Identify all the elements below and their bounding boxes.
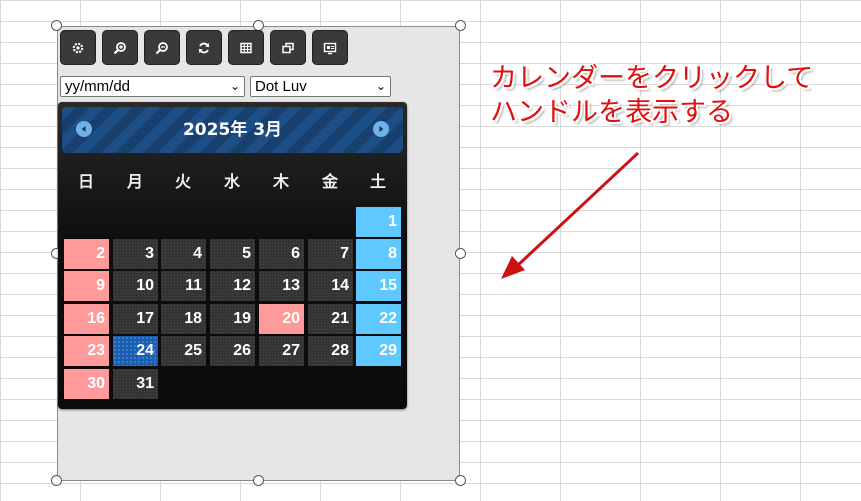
annotation-arrow-icon — [501, 151, 640, 279]
